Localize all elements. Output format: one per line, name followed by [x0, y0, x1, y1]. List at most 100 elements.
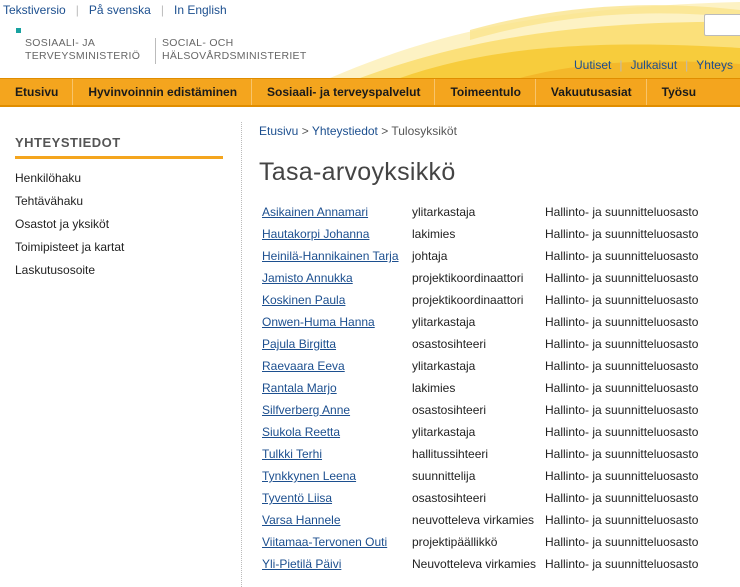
person-name-cell: Rantala Marjo — [259, 377, 412, 399]
table-row: Pajula Birgitta osastosihteeri Hallinto- j… — [259, 333, 698, 355]
person-unit: Hallinto- ja suunnitteluosasto — [545, 271, 699, 285]
nav-item-wellbeing[interactable]: Hyvinvoinnin edistäminen — [73, 79, 253, 105]
table-row: Silfverberg Anne osastosihteeri Hallinto- … — [259, 399, 698, 421]
table-row: Hautakorpi Johanna lakimies Hallinto- ja s… — [259, 223, 698, 245]
people-table: Asikainen Annamari ylitarkastaja Hallinto-… — [259, 201, 698, 575]
person-title: lakimies — [412, 381, 456, 395]
person-name-link[interactable]: Tynkkynen Leena — [262, 469, 356, 483]
column-divider — [241, 122, 242, 587]
person-title: ylitarkastaja — [412, 205, 476, 219]
person-name-cell: Yli-Pietilä Päivi — [259, 553, 412, 575]
publications-link[interactable]: Julkaisut — [630, 58, 677, 72]
contact-link[interactable]: Yhteys — [696, 58, 733, 72]
person-unit: Hallinto- ja suunnitteluosasto — [545, 491, 699, 505]
table-row: Varsa Hannele neuvotteleva virkamies Halli… — [259, 509, 698, 531]
main-navigation: Etusivu Hyvinvoinnin edistäminen Sosiaal… — [0, 78, 740, 107]
table-row: Heinilä-Hannikainen Tarja johtaja Hallinto… — [259, 245, 698, 267]
person-name-link[interactable]: Tulkki Terhi — [262, 447, 322, 461]
person-unit: Hallinto- ja suunnitteluosasto — [545, 337, 699, 351]
person-name-cell: Tyventö Liisa — [259, 487, 412, 509]
person-title: neuvotteleva virkamies — [412, 513, 535, 527]
person-name-cell: Pajula Birgitta — [259, 333, 412, 355]
person-name-link[interactable]: Heinilä-Hannikainen Tarja — [262, 249, 399, 263]
logo-divider — [155, 38, 156, 64]
util-separator: | — [685, 58, 689, 72]
breadcrumb-separator: > — [298, 124, 312, 138]
person-unit: Hallinto- ja suunnitteluosasto — [545, 447, 699, 461]
nav-item-insurance[interactable]: Vakuutusasiat — [536, 79, 647, 105]
person-title: osastosihteeri — [412, 337, 487, 351]
news-link[interactable]: Uutiset — [574, 58, 611, 72]
site-header: Tekstiversio | På svenska | In English S… — [0, 0, 740, 78]
sidebar-item-offices-maps[interactable]: Toimipisteet ja kartat — [15, 236, 223, 259]
english-link[interactable]: In English — [174, 3, 237, 17]
table-row: Asikainen Annamari ylitarkastaja Hallinto-… — [259, 201, 698, 223]
table-row: Yli-Pietilä Päivi Neuvotteleva virkamies H… — [259, 553, 698, 575]
logo-square-icon — [16, 28, 21, 33]
logo-sv-line2: HÄLSOVÅRDSMINISTERIET — [162, 50, 307, 62]
search-input[interactable] — [704, 14, 740, 36]
table-row: Siukola Reetta ylitarkastaja Hallinto- ja … — [259, 421, 698, 443]
lang-separator: | — [75, 3, 79, 17]
person-name-link[interactable]: Onwen-Huma Hanna — [262, 315, 375, 329]
person-unit: Hallinto- ja suunnitteluosasto — [545, 381, 699, 395]
table-row: Tynkkynen Leena suunnittelija Hallinto- ja… — [259, 465, 698, 487]
nav-item-home[interactable]: Etusivu — [0, 79, 74, 105]
person-title: lakimies — [412, 227, 456, 241]
sidebar-item-billing-address[interactable]: Laskutusosoite — [15, 259, 223, 282]
person-title: Neuvotteleva virkamies — [412, 557, 537, 571]
sidebar-item-task-search[interactable]: Tehtävähaku — [15, 190, 223, 213]
person-name-link[interactable]: Siukola Reetta — [262, 425, 340, 439]
text-version-link[interactable]: Tekstiversio — [3, 3, 76, 17]
person-name-cell: Siukola Reetta — [259, 421, 412, 443]
person-unit: Hallinto- ja suunnitteluosasto — [545, 469, 699, 483]
person-title: osastosihteeri — [412, 403, 487, 417]
logo-swedish-name: SOCIAL- OCH HÄLSOVÅRDSMINISTERIET — [162, 37, 307, 63]
person-name-cell: Jamisto Annukka — [259, 267, 412, 289]
util-separator: | — [619, 58, 623, 72]
person-unit: Hallinto- ja suunnitteluosasto — [545, 557, 699, 571]
person-name-link[interactable]: Varsa Hannele — [262, 513, 341, 527]
person-name-cell: Heinilä-Hannikainen Tarja — [259, 245, 412, 267]
person-name-link[interactable]: Yli-Pietilä Päivi — [262, 557, 341, 571]
people-table-body: Asikainen Annamari ylitarkastaja Hallinto-… — [259, 201, 698, 575]
table-row: Tulkki Terhi hallitussihteeri Hallinto- ja… — [259, 443, 698, 465]
breadcrumb-home[interactable]: Etusivu — [259, 124, 298, 138]
person-name-cell: Raevaara Eeva — [259, 355, 412, 377]
nav-item-income[interactable]: Toimeentulo — [435, 79, 536, 105]
person-unit: Hallinto- ja suunnitteluosasto — [545, 205, 699, 219]
logo-fi-line2: TERVEYSMINISTERIÖ — [25, 50, 141, 62]
logo-sv-line1: SOCIAL- OCH — [162, 37, 234, 49]
sidebar-title: YHTEYSTIEDOT — [15, 135, 223, 159]
person-name-link[interactable]: Silfverberg Anne — [262, 403, 350, 417]
table-row: Tyventö Liisa osastosihteeri Hallinto- ja … — [259, 487, 698, 509]
sidebar-item-person-search[interactable]: Henkilöhaku — [15, 167, 223, 190]
person-title: ylitarkastaja — [412, 425, 476, 439]
person-name-link[interactable]: Asikainen Annamari — [262, 205, 368, 219]
person-name-cell: Hautakorpi Johanna — [259, 223, 412, 245]
person-name-link[interactable]: Hautakorpi Johanna — [262, 227, 369, 241]
person-title: projektikoordinaattori — [412, 293, 524, 307]
person-name-link[interactable]: Pajula Birgitta — [262, 337, 336, 351]
person-name-cell: Silfverberg Anne — [259, 399, 412, 421]
swedish-link[interactable]: På svenska — [89, 3, 161, 17]
person-name-link[interactable]: Rantala Marjo — [262, 381, 337, 395]
person-name-link[interactable]: Jamisto Annukka — [262, 271, 353, 285]
lang-separator: | — [160, 3, 164, 17]
table-row: Koskinen Paula projektikoordinaattori Hall… — [259, 289, 698, 311]
person-name-link[interactable]: Koskinen Paula — [262, 293, 345, 307]
person-unit: Hallinto- ja suunnitteluosasto — [545, 513, 699, 527]
sidebar-item-departments[interactable]: Osastot ja yksiköt — [15, 213, 223, 236]
logo-finnish-name: SOSIAALI- JA TERVEYSMINISTERIÖ — [25, 37, 140, 63]
nav-item-social-health-services[interactable]: Sosiaali- ja terveyspalvelut — [252, 79, 436, 105]
breadcrumb-contacts[interactable]: Yhteystiedot — [312, 124, 378, 138]
person-title: ylitarkastaja — [412, 359, 476, 373]
person-name-cell: Varsa Hannele — [259, 509, 412, 531]
person-name-link[interactable]: Raevaara Eeva — [262, 359, 345, 373]
nav-item-work[interactable]: Työsu — [647, 79, 710, 105]
person-unit: Hallinto- ja suunnitteluosasto — [545, 249, 699, 263]
person-name-link[interactable]: Tyventö Liisa — [262, 491, 332, 505]
person-name-cell: Viitamaa-Tervonen Outi — [259, 531, 412, 553]
breadcrumb: Etusivu > Yhteystiedot > Tulosyksiköt — [259, 124, 457, 138]
person-name-link[interactable]: Viitamaa-Tervonen Outi — [262, 535, 387, 549]
